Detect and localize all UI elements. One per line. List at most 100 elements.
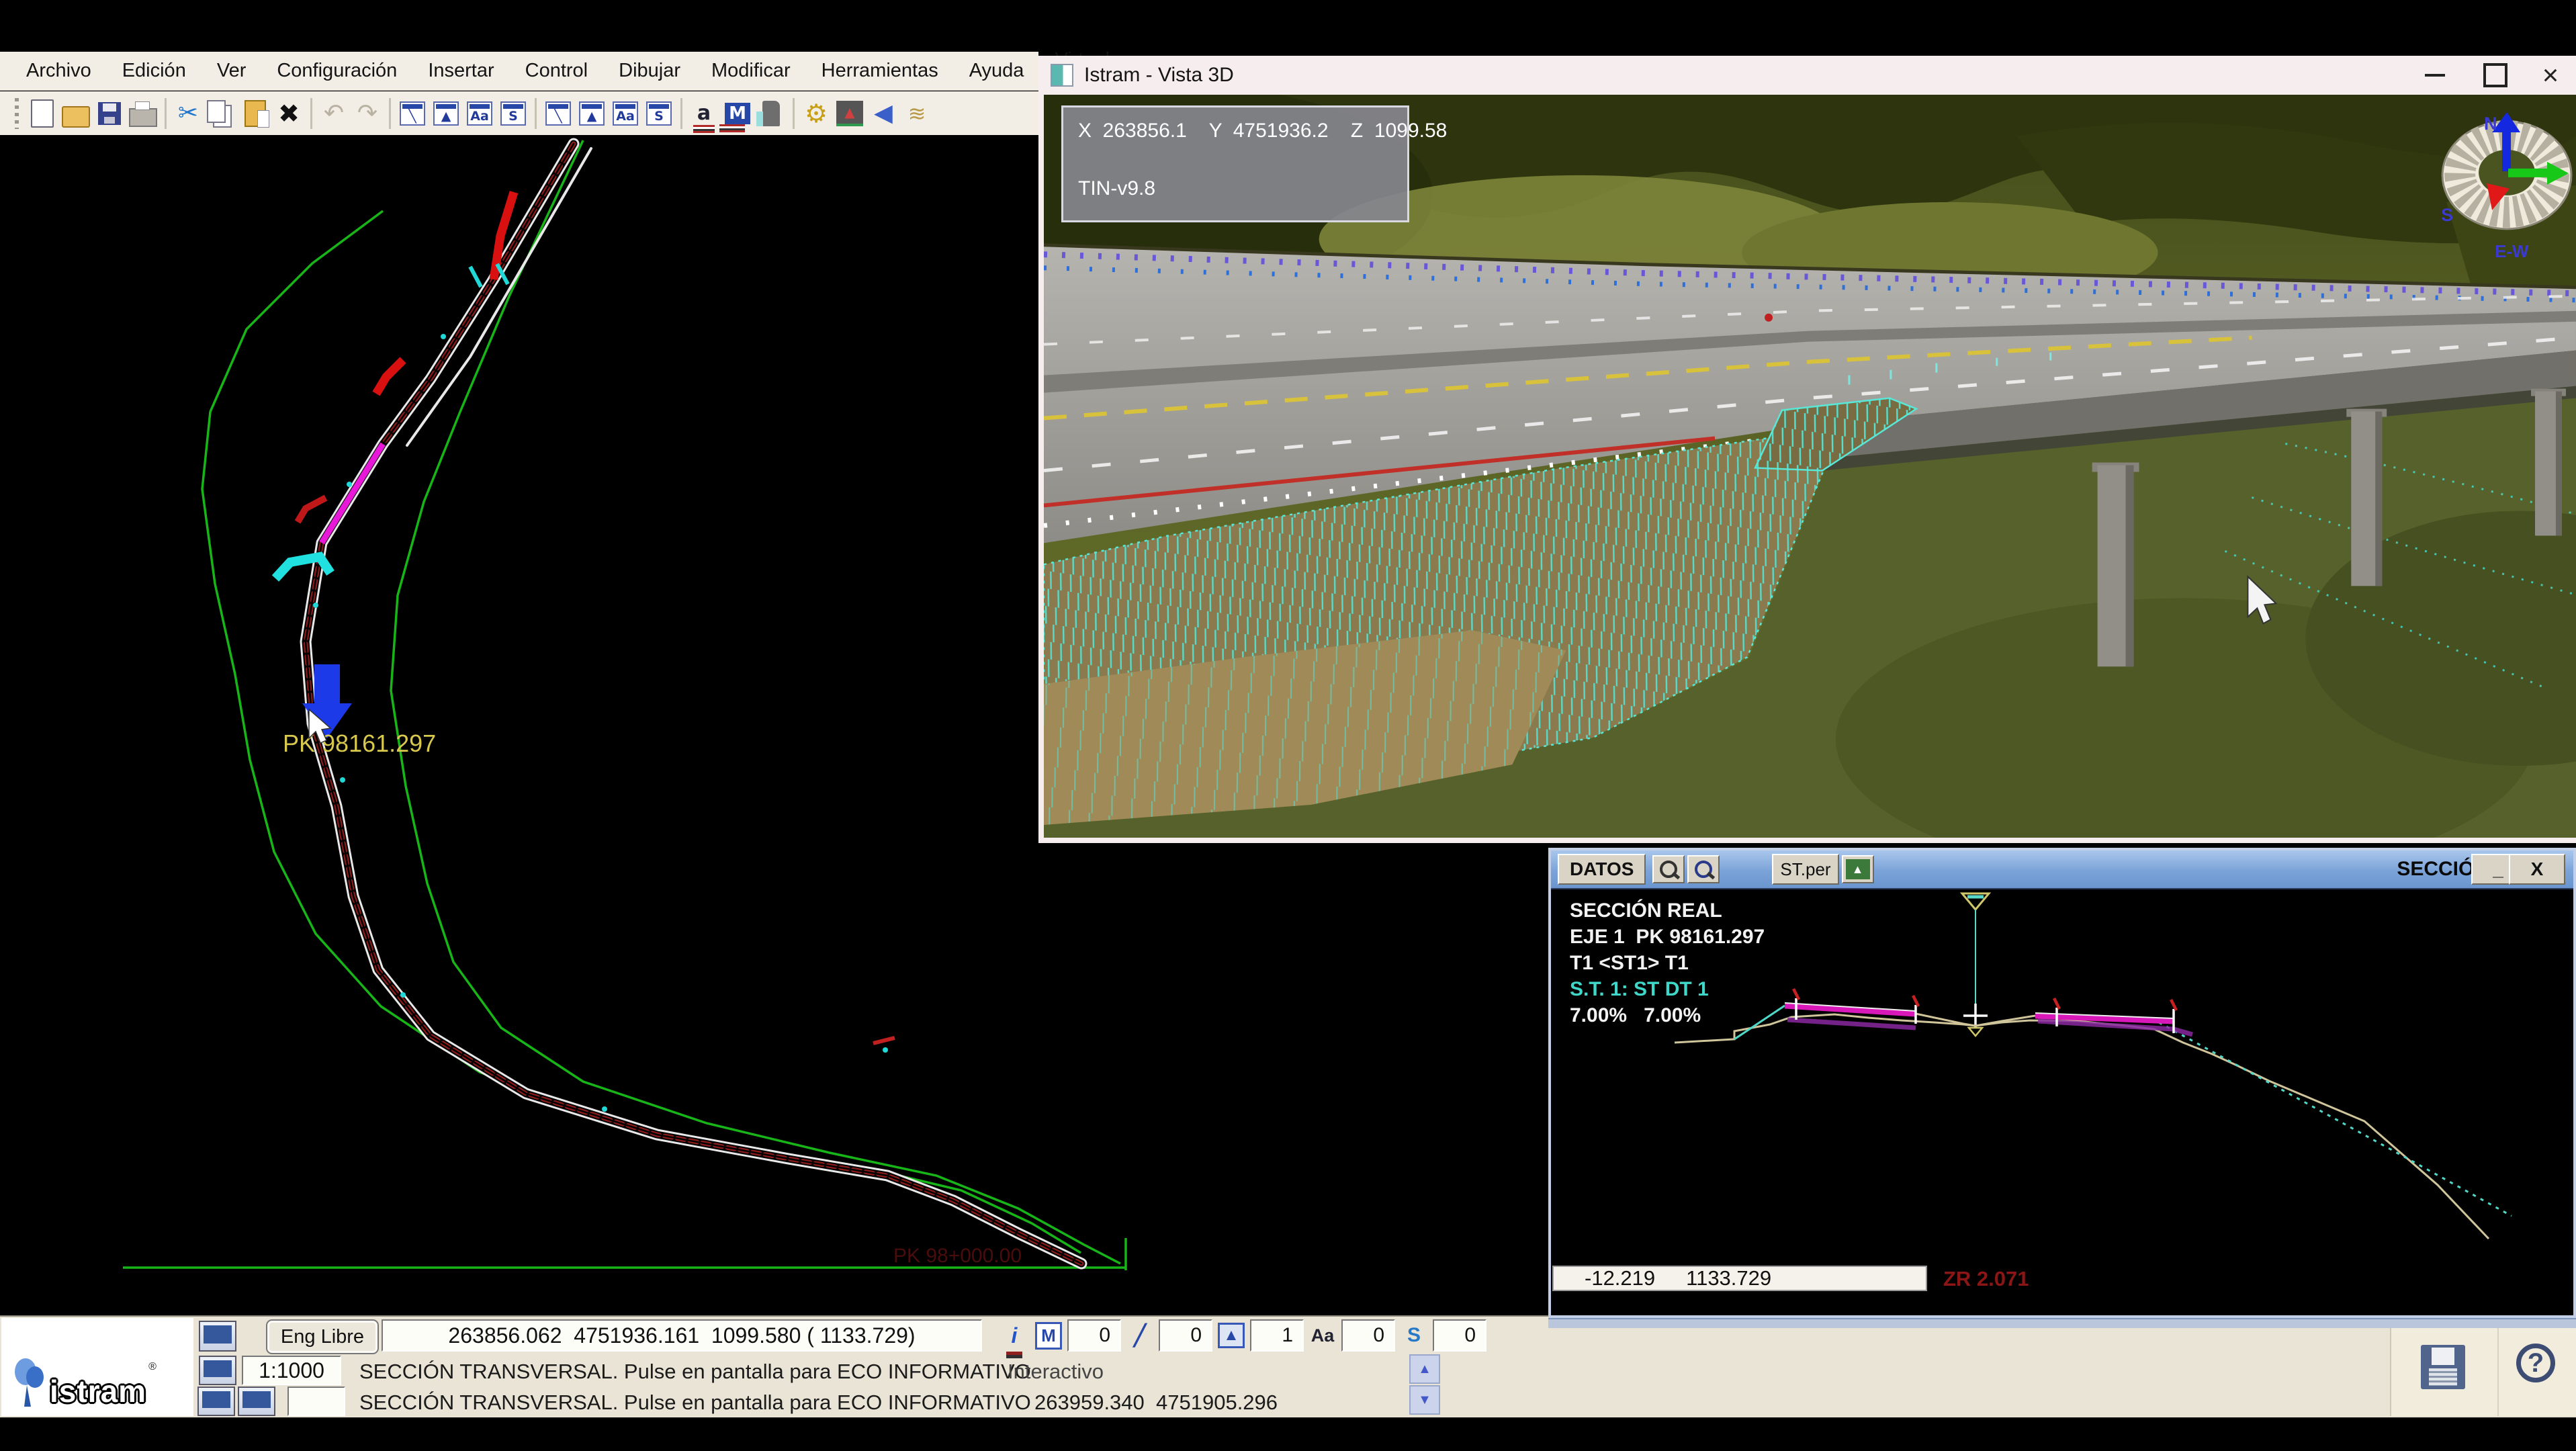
pump-tool-button[interactable] — [754, 94, 788, 133]
menu-item-dibujar[interactable]: Dibujar — [603, 60, 696, 82]
menu-item-archivo[interactable]: Archivo — [11, 60, 107, 82]
line-count-icon[interactable]: ╱ — [1124, 1319, 1155, 1352]
vista3d-viewport[interactable]: N S E-W X 263856.1 Y 4751936.2 Z 1099.58… — [1044, 95, 2576, 838]
menu-item-configuración[interactable]: Configuración — [261, 60, 412, 82]
cut-button-button[interactable]: ✂ — [171, 94, 205, 133]
menu-item-edición[interactable]: Edición — [107, 60, 202, 82]
section-axis-marker — [1962, 893, 1989, 1036]
save-project-button[interactable] — [2421, 1345, 2465, 1389]
spinner-up-button[interactable]: ▲ — [1409, 1354, 1440, 1384]
counter-lines[interactable]: 0 — [1159, 1319, 1212, 1352]
toolbar-separator — [165, 98, 167, 129]
terrain-profile-tool-button[interactable]: ▲ — [833, 94, 867, 133]
draw-symbol-tool-icon: ▲ — [433, 101, 459, 126]
secondary-coordinates: 263959.340 4751905.296 — [1034, 1391, 1278, 1415]
pump-tool-icon — [762, 101, 780, 126]
section-offset-value: -12.219 — [1585, 1266, 1655, 1290]
save-button-icon — [98, 102, 121, 125]
menu-item-ayuda[interactable]: Ayuda — [954, 60, 1040, 82]
istram-logo-icon — [11, 1357, 50, 1409]
minimize-button[interactable] — [2415, 56, 2455, 95]
menu-item-control[interactable]: Control — [510, 60, 604, 82]
status-bar: istram ® Eng Libre 263856.062 4751936.16… — [0, 1315, 2576, 1417]
edit-text-tool-button[interactable]: Aa — [609, 94, 642, 133]
menu-item-insertar[interactable]: Insertar — [412, 60, 509, 82]
compass-north-label: N — [2484, 114, 2497, 134]
menu-item-modificar[interactable]: Modificar — [696, 60, 806, 82]
layers-m-tool-button[interactable]: M — [721, 94, 754, 133]
terrain-profile-tool-icon: ▲ — [836, 101, 863, 126]
curve-count-icon[interactable]: S — [1398, 1319, 1429, 1352]
draw-symbol-tool-button[interactable]: ▲ — [429, 94, 463, 133]
menu-item-ver[interactable]: Ver — [202, 60, 262, 82]
seccion-content[interactable]: SECCIÓN REAL EJE 1 PK 98161.297 T1 <ST1>… — [1551, 889, 2573, 1266]
edit-curve-tool-button[interactable]: S — [642, 94, 676, 133]
settings-grid-tool-icon: ⚙ — [805, 99, 828, 128]
back-view-tool-button[interactable]: ◀ — [867, 94, 900, 133]
panel-icon-screen-dark[interactable] — [197, 1387, 235, 1416]
spinner-down-button[interactable]: ▼ — [1409, 1385, 1440, 1415]
panel-icon-print-preview[interactable] — [199, 1321, 236, 1352]
draw-text-tool-button[interactable]: Aa — [463, 94, 496, 133]
edit-line-tool-button[interactable]: ╲ — [541, 94, 575, 133]
edit-symbol-tool-icon: ▲ — [579, 101, 605, 126]
zoom-in-icon[interactable] — [1652, 855, 1685, 883]
toolbar-separator — [535, 98, 537, 129]
eng-libre-button[interactable]: Eng Libre — [266, 1319, 379, 1354]
settings-grid-tool-button[interactable]: ⚙ — [799, 94, 833, 133]
zoom-extents-icon[interactable] — [1687, 855, 1720, 883]
seccion-close-button[interactable]: X — [2509, 854, 2565, 885]
info-layers-icon[interactable]: i — [999, 1319, 1030, 1352]
text-count-icon[interactable]: Aa — [1307, 1319, 1338, 1352]
stper-button[interactable]: ST.per — [1772, 854, 1838, 885]
symbol-count-icon[interactable]: ▲ — [1218, 1323, 1245, 1348]
sketch-tool-icon: ≋ — [908, 101, 926, 126]
terrain-image-icon[interactable]: ▲ — [1842, 855, 1874, 883]
panel-icon-screen[interactable] — [199, 1356, 236, 1385]
counter-texts[interactable]: 0 — [1341, 1319, 1395, 1352]
panel-icon-screen-draw[interactable] — [238, 1387, 275, 1416]
draw-curve-tool-button[interactable]: S — [496, 94, 530, 133]
undo-button-button[interactable]: ↶ — [317, 94, 351, 133]
delete-button-button[interactable]: ✖ — [272, 94, 306, 133]
section-st: S.T. 1: ST DT 1 — [1570, 976, 1765, 1002]
counter-curves[interactable]: 0 — [1433, 1319, 1486, 1352]
counter-symbols[interactable]: 1 — [1250, 1319, 1304, 1352]
edit-line-tool-icon: ╲ — [545, 101, 571, 126]
maximize-button[interactable] — [2475, 56, 2516, 95]
section-zr-value: ZR 2.071 — [1943, 1267, 2029, 1291]
m-layers-icon[interactable]: M — [1035, 1322, 1062, 1350]
open-file-button-button[interactable] — [59, 94, 93, 133]
copy-button-icon — [207, 100, 226, 123]
counter-fields: i M 0 ╱ 0 ▲ 1 Aa 0 S 0 — [999, 1319, 1486, 1352]
seccion-titlebar[interactable]: DATOS ST.per ▲ SECCIÓN _ X — [1551, 850, 2573, 889]
paste-button-icon — [245, 100, 266, 127]
toolbar-separator — [793, 98, 795, 129]
counter-m[interactable]: 0 — [1067, 1319, 1121, 1352]
save-button-button[interactable] — [93, 94, 126, 133]
menu-item-herramientas[interactable]: Herramientas — [806, 60, 954, 82]
sketch-tool-button[interactable]: ≋ — [900, 94, 934, 133]
vista3d-titlebar[interactable]: Istram - Vista 3D × — [1038, 56, 2576, 95]
layers-attribute-tool-button[interactable]: a — [687, 94, 721, 133]
menu-bar: ArchivoEdiciónVerConfiguraciónInsertarCo… — [0, 52, 1038, 91]
print-button-button[interactable] — [126, 94, 160, 133]
toolbar-grip[interactable] — [15, 98, 19, 129]
datos-button[interactable]: DATOS — [1558, 854, 1646, 885]
edit-text-tool-icon: Aa — [613, 101, 638, 126]
edit-curve-tool-icon: S — [646, 101, 672, 126]
new-document-button-button[interactable] — [26, 94, 59, 133]
plan-road-alignment — [306, 144, 1081, 1264]
help-button[interactable]: ? — [2516, 1344, 2555, 1382]
overlay-xyz-readout: X 263856.1 Y 4751936.2 Z 1099.58 — [1078, 120, 1407, 142]
scale-box[interactable]: 1:1000 — [242, 1356, 341, 1385]
overlay-tin-version: TIN-v9.8 — [1078, 177, 1407, 200]
close-button[interactable]: × — [2530, 56, 2571, 95]
draw-line-tool-button[interactable]: ╲ — [396, 94, 429, 133]
edit-symbol-tool-button[interactable]: ▲ — [575, 94, 609, 133]
paste-button-button[interactable] — [238, 94, 272, 133]
section-t1: T1 <ST1> T1 — [1570, 950, 1765, 976]
redo-button-button[interactable]: ↷ — [351, 94, 384, 133]
new-document-button-icon — [31, 99, 54, 128]
copy-button-button[interactable] — [205, 94, 238, 133]
